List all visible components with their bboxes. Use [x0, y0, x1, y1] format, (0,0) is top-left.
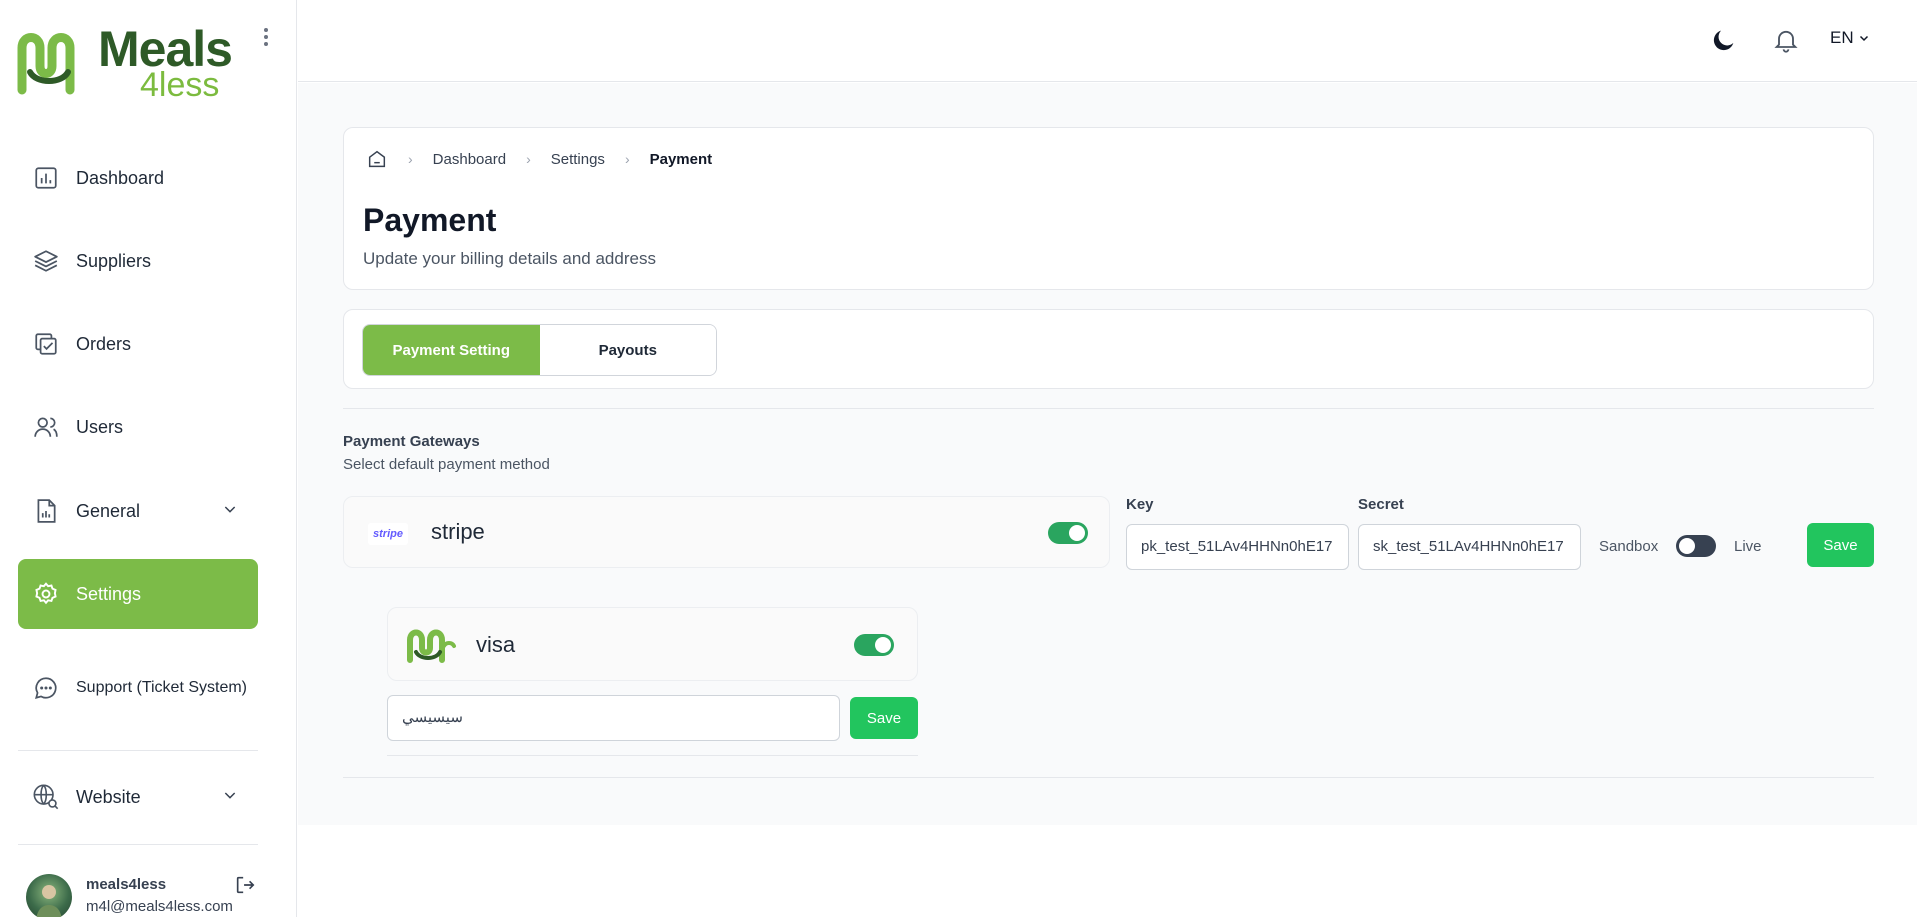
sidebar-item-orders[interactable]: Orders	[18, 309, 258, 379]
main-content: › Dashboard › Settings › Payment Payment…	[298, 83, 1917, 825]
gateways-subtitle: Select default payment method	[343, 456, 550, 473]
breadcrumb-separator: ›	[408, 151, 413, 167]
avatar[interactable]	[26, 874, 72, 917]
language-label: EN	[1830, 28, 1854, 47]
gear-icon	[32, 580, 60, 608]
section-bottom-divider	[343, 777, 1874, 778]
stripe-name: stripe	[431, 519, 485, 544]
visa-logo-icon	[407, 629, 456, 663]
breadcrumb-separator: ›	[624, 151, 630, 167]
sandbox-label: Sandbox	[1599, 538, 1659, 555]
layers-icon	[32, 247, 60, 275]
bell-icon[interactable]	[1772, 26, 1800, 54]
chevron-down-icon	[1859, 35, 1868, 42]
stripe-enable-toggle[interactable]	[1048, 522, 1088, 544]
visa-divider	[387, 755, 918, 756]
user-profile: meals4less m4l@meals4less.com	[26, 872, 266, 917]
sidebar-divider	[18, 750, 258, 751]
more-options-icon[interactable]	[262, 28, 270, 50]
sidebar-item-dashboard[interactable]: Dashboard	[18, 143, 258, 213]
visa-gateway-card: visa	[387, 607, 918, 681]
chevron-down-icon	[224, 792, 236, 799]
sidebar-item-label: Support (Ticket System)	[76, 679, 248, 696]
tab-group: Payment Setting Payouts	[362, 324, 717, 376]
users-icon	[32, 413, 60, 441]
logo-text-4less: 4less	[140, 66, 220, 104]
stripe-logo: stripe	[368, 523, 408, 545]
visa-name: visa	[476, 632, 516, 657]
sidebar-item-support[interactable]: Support (Ticket System)	[18, 653, 258, 723]
page-header-card: › Dashboard › Settings › Payment Payment…	[343, 127, 1874, 290]
sidebar-item-website[interactable]: Website	[18, 762, 258, 832]
section-divider	[343, 408, 1874, 409]
stripe-key-field[interactable]: pk_test_51LAv4HHNn0hE17	[1126, 524, 1349, 570]
sidebar-item-settings[interactable]: Settings	[18, 559, 258, 629]
sidebar-item-label: Orders	[76, 333, 132, 354]
secret-label: Secret	[1358, 496, 1404, 513]
breadcrumb-payment: Payment	[649, 150, 713, 168]
globe-search-icon	[32, 783, 60, 811]
stripe-gateway-card: stripe stripe	[343, 496, 1110, 568]
sidebar-item-suppliers[interactable]: Suppliers	[18, 226, 258, 296]
sidebar-item-label: Settings	[76, 583, 142, 604]
sidebar-item-general[interactable]: General	[18, 476, 258, 546]
sandbox-live-toggle[interactable]	[1676, 535, 1716, 557]
stripe-secret-field[interactable]: sk_test_51LAv4HHNn0hE17	[1358, 524, 1581, 570]
breadcrumb-dashboard[interactable]: Dashboard	[433, 151, 506, 168]
sidebar-item-label: Suppliers	[76, 250, 152, 271]
visa-save-button[interactable]: Save	[850, 697, 918, 739]
home-icon[interactable]	[366, 148, 388, 170]
sidebar-item-users[interactable]: Users	[18, 392, 258, 462]
logo-mark-icon	[17, 33, 75, 95]
gateways-title: Payment Gateways	[343, 433, 480, 450]
sidebar-item-label: Website	[76, 786, 141, 807]
sidebar: Meals 4less Dashboard Suppliers Orders U…	[0, 0, 297, 917]
page-title: Payment	[363, 202, 497, 238]
visa-enable-toggle[interactable]	[854, 634, 894, 656]
breadcrumb-settings[interactable]: Settings	[551, 151, 605, 168]
page-subtitle: Update your billing details and address	[363, 249, 656, 268]
sidebar-item-label: General	[76, 500, 141, 521]
tab-payouts[interactable]: Payouts	[539, 325, 716, 375]
user-email: m4l@meals4less.com	[86, 898, 233, 915]
sidebar-item-label: Users	[76, 416, 124, 437]
language-selector[interactable]: EN	[1830, 28, 1870, 48]
sidebar-item-label: Dashboard	[76, 167, 165, 188]
breadcrumb-separator: ›	[526, 151, 531, 167]
chat-icon	[32, 674, 60, 702]
stripe-save-button[interactable]: Save	[1807, 523, 1874, 567]
orders-check-icon	[32, 330, 60, 358]
user-name: meals4less	[86, 876, 167, 893]
tab-payment-setting[interactable]: Payment Setting	[363, 325, 540, 375]
brand-logo[interactable]: Meals 4less	[16, 22, 233, 104]
report-icon	[32, 497, 60, 525]
live-label: Live	[1734, 538, 1762, 555]
moon-icon[interactable]	[1710, 26, 1738, 54]
key-label: Key	[1126, 496, 1154, 513]
chevron-down-icon	[224, 506, 236, 513]
visa-config-field[interactable]: سيسيسي	[387, 695, 840, 741]
tabs-card: Payment Setting Payouts	[343, 309, 1874, 389]
chart-icon	[32, 164, 60, 192]
logout-icon[interactable]	[234, 874, 256, 896]
topbar: EN	[298, 0, 1917, 82]
sidebar-divider	[18, 844, 258, 845]
breadcrumb: › Dashboard › Settings › Payment	[366, 148, 712, 170]
